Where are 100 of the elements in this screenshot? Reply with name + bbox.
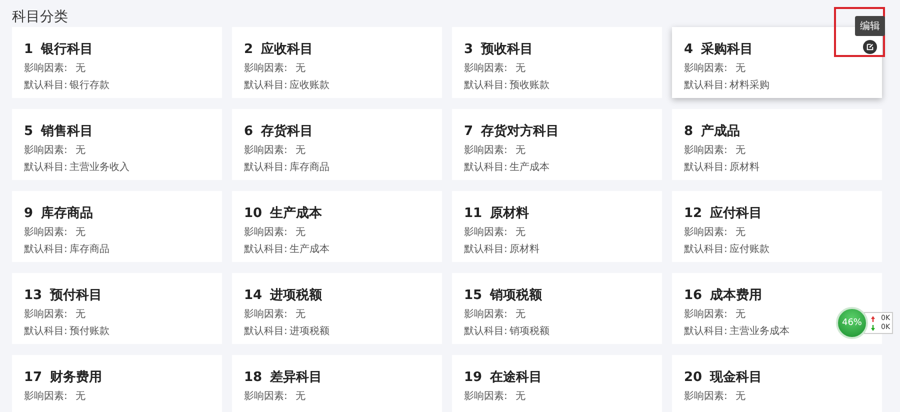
factor-value: 无 <box>75 391 86 403</box>
factor-label: 影响因素: <box>464 63 508 75</box>
default-label: 默认科目: <box>244 244 288 256</box>
category-card[interactable]: 20 现金科目 影响因素: 无 <box>672 355 882 412</box>
category-card[interactable]: 17 财务费用 影响因素: 无 <box>12 355 222 412</box>
card-title: 差异科目 <box>270 369 322 386</box>
factor-value: 无 <box>515 391 526 403</box>
default-value: 原材料 <box>729 162 760 174</box>
card-number: 18 <box>244 370 262 385</box>
category-card[interactable]: 15 销项税额 影响因素: 无 默认科目: 销项税额 <box>452 273 662 344</box>
factor-label: 影响因素: <box>244 391 288 403</box>
category-card[interactable]: 10 生产成本 影响因素: 无 默认科目: 生产成本 <box>232 191 442 262</box>
card-title: 成本费用 <box>710 287 762 304</box>
category-card[interactable]: 1 银行科目 影响因素: 无 默认科目: 银行存款 <box>12 27 222 98</box>
card-number: 9 <box>24 206 34 221</box>
factor-label: 影响因素: <box>24 63 68 75</box>
factor-label: 影响因素: <box>684 227 728 239</box>
default-value: 银行存款 <box>69 80 110 92</box>
factor-value: 无 <box>295 309 306 321</box>
factor-value: 无 <box>735 63 746 75</box>
card-number: 3 <box>464 42 474 57</box>
default-value: 应收账款 <box>289 80 330 92</box>
category-card[interactable]: 7 存货对方科目 影响因素: 无 默认科目: 生产成本 <box>452 109 662 180</box>
factor-label: 影响因素: <box>24 309 68 321</box>
factor-value: 无 <box>295 227 306 239</box>
card-title: 应收科目 <box>261 40 314 58</box>
down-arrow-icon <box>871 324 875 330</box>
default-value: 生产成本 <box>289 244 330 256</box>
category-card[interactable]: 2 应收科目 影响因素: 无 默认科目: 应收账款 <box>232 27 442 98</box>
factor-value: 无 <box>515 309 526 321</box>
card-number: 7 <box>464 124 474 139</box>
factor-label: 影响因素: <box>464 309 508 321</box>
card-title: 预收科目 <box>481 41 534 58</box>
card-number: 20 <box>684 370 702 385</box>
card-number: 14 <box>244 288 262 303</box>
category-card[interactable]: 13 预付科目 影响因素: 无 默认科目: 预付账款 <box>12 273 222 344</box>
card-number: 17 <box>24 370 42 385</box>
category-card[interactable]: 6 存货科目 影响因素: 无 默认科目: 库存商品 <box>232 109 442 180</box>
card-title: 销项税额 <box>490 286 542 304</box>
up-arrow-icon <box>871 316 875 322</box>
card-title: 生产成本 <box>270 204 322 222</box>
card-title: 原材料 <box>490 205 530 222</box>
card-number: 8 <box>684 124 694 139</box>
card-title: 采购科目 <box>701 40 754 58</box>
card-number: 2 <box>244 42 254 57</box>
edit-icon[interactable] <box>863 40 877 54</box>
factor-label: 影响因素: <box>244 309 288 321</box>
default-label: 默认科目: <box>464 80 508 92</box>
category-card[interactable]: 9 库存商品 影响因素: 无 默认科目: 库存商品 <box>12 191 222 262</box>
factor-label: 影响因素: <box>24 145 68 157</box>
factor-label: 影响因素: <box>244 145 288 157</box>
factor-value: 无 <box>75 63 86 75</box>
factor-label: 影响因素: <box>244 227 288 239</box>
card-title: 产成品 <box>701 122 740 140</box>
default-value: 销项税额 <box>509 326 550 338</box>
default-label: 默认科目: <box>684 162 728 174</box>
default-label: 默认科目: <box>24 244 68 256</box>
card-title: 销售科目 <box>41 123 94 140</box>
category-card[interactable]: 5 销售科目 影响因素: 无 默认科目: 主营业务收入 <box>12 109 222 180</box>
card-title: 应付科目 <box>710 204 762 222</box>
card-number: 6 <box>244 124 254 139</box>
factor-value: 无 <box>735 145 746 157</box>
card-number: 5 <box>24 124 34 139</box>
category-card[interactable]: 8 产成品 影响因素: 无 默认科目: 原材料 <box>672 109 882 180</box>
category-card[interactable]: 14 进项税额 影响因素: 无 默认科目: 进项税额 <box>232 273 442 344</box>
card-title: 在途科目 <box>490 369 542 386</box>
default-label: 默认科目: <box>24 162 68 174</box>
factor-label: 影响因素: <box>24 227 68 239</box>
default-value: 材料采购 <box>729 80 770 92</box>
category-card[interactable]: 12 应付科目 影响因素: 无 默认科目: 应付账款 <box>672 191 882 262</box>
factor-value: 无 <box>75 227 86 239</box>
card-title: 存货对方科目 <box>481 122 560 140</box>
default-value: 主营业务收入 <box>69 162 130 174</box>
card-number: 19 <box>464 370 482 385</box>
default-label: 默认科目: <box>684 244 728 256</box>
factor-value: 无 <box>735 391 746 403</box>
card-title: 现金科目 <box>710 369 762 386</box>
default-label: 默认科目: <box>684 80 728 92</box>
factor-value: 无 <box>295 63 306 75</box>
factor-label: 影响因素: <box>684 63 728 75</box>
card-title: 进项税额 <box>270 286 322 304</box>
category-card[interactable]: 11 原材料 影响因素: 无 默认科目: 原材料 <box>452 191 662 262</box>
factor-label: 影响因素: <box>464 145 508 157</box>
default-value: 库存商品 <box>289 162 330 174</box>
card-number: 16 <box>684 288 702 303</box>
card-number: 10 <box>244 206 262 221</box>
default-value: 进项税额 <box>289 326 330 338</box>
category-card[interactable]: 18 差异科目 影响因素: 无 <box>232 355 442 412</box>
default-value: 预收账款 <box>509 80 550 92</box>
factor-value: 无 <box>75 145 86 157</box>
category-card[interactable]: 19 在途科目 影响因素: 无 <box>452 355 662 412</box>
default-value: 主营业务成本 <box>729 326 790 338</box>
card-number: 1 <box>24 42 34 57</box>
factor-value: 无 <box>295 145 306 157</box>
default-label: 默认科目: <box>464 244 508 256</box>
category-card[interactable]: 3 预收科目 影响因素: 无 默认科目: 预收账款 <box>452 27 662 98</box>
page-title: 科目分类 <box>12 9 68 25</box>
default-value: 预付账款 <box>69 326 110 338</box>
card-number: 11 <box>464 206 482 221</box>
factor-value: 无 <box>515 145 526 157</box>
